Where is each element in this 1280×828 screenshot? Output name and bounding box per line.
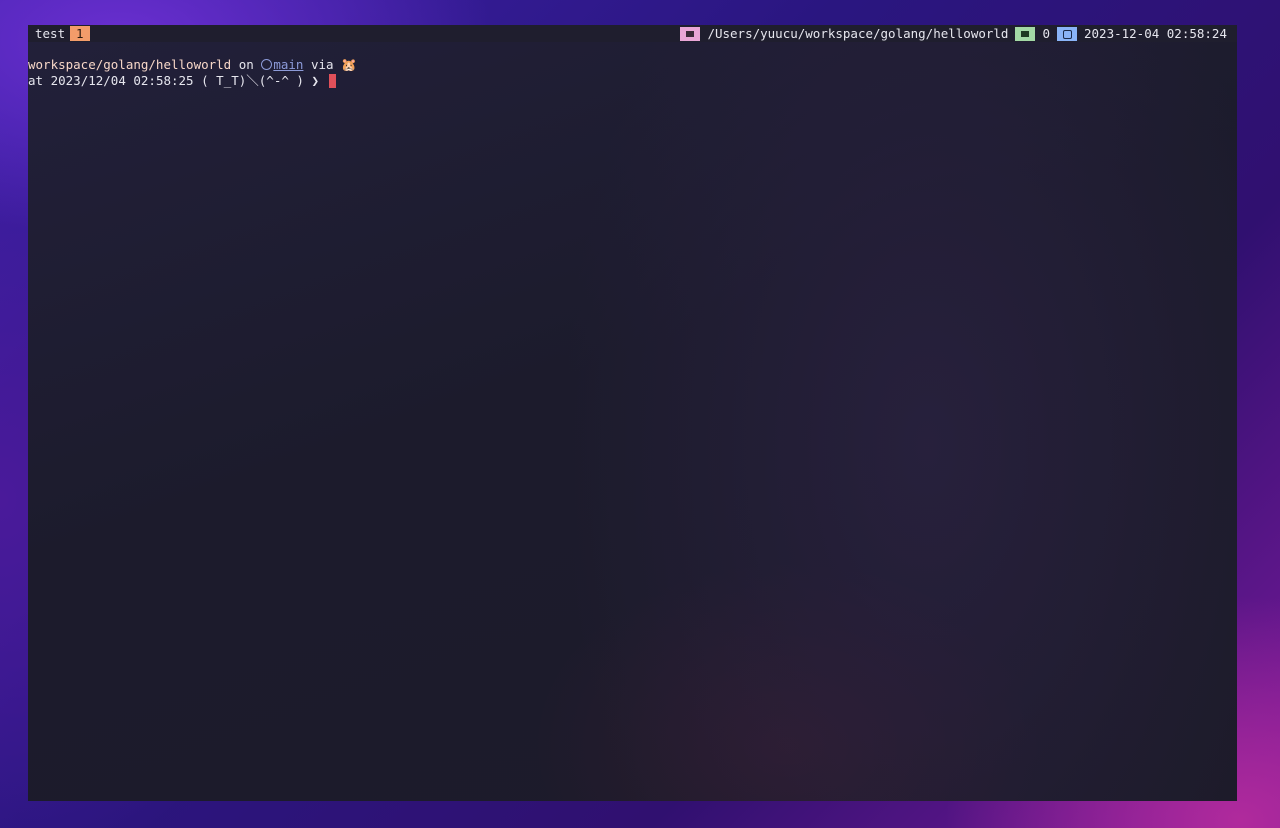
folder-icon <box>680 26 701 41</box>
prompt-directory: workspace/golang/helloworld <box>28 57 232 72</box>
prompt-on-label: on <box>238 57 254 72</box>
terminal-icon <box>1015 26 1036 41</box>
prompt-line-2: at 2023/12/04 02:58:25 ( T_T)＼(^-^ ) ❯ <box>28 73 357 89</box>
window-index-badge[interactable]: 1 <box>70 26 90 41</box>
gopher-icon: 🐹 <box>341 57 357 72</box>
git-branch: main <box>273 57 304 72</box>
status-datetime: 2023-12-04 02:58:24 <box>1084 26 1227 41</box>
prompt-face: ( T_T)＼(^-^ ) <box>201 73 304 88</box>
terminal-window[interactable]: test 1 /Users/yuucu/workspace/golang/hel… <box>28 25 1237 801</box>
prompt-time: 2023/12/04 02:58:25 <box>50 73 194 88</box>
pane-count: 0 <box>1042 26 1050 41</box>
prompt-at-label: at <box>28 73 44 88</box>
prompt-line-1: workspace/golang/helloworld on main via … <box>28 57 357 73</box>
tmux-status-bar: test 1 /Users/yuucu/workspace/golang/hel… <box>28 25 1237 42</box>
github-icon <box>261 59 273 70</box>
current-path: /Users/yuucu/workspace/golang/helloworld <box>707 26 1009 41</box>
status-right: /Users/yuucu/workspace/golang/helloworld… <box>680 25 1227 42</box>
session-name: test <box>35 26 66 41</box>
text-cursor[interactable] <box>328 74 336 88</box>
clock-icon <box>1057 26 1077 41</box>
prompt-via-label: via <box>310 57 334 72</box>
prompt-char: ❯ <box>311 73 319 88</box>
shell-prompt[interactable]: workspace/golang/helloworld on main via … <box>28 57 357 89</box>
